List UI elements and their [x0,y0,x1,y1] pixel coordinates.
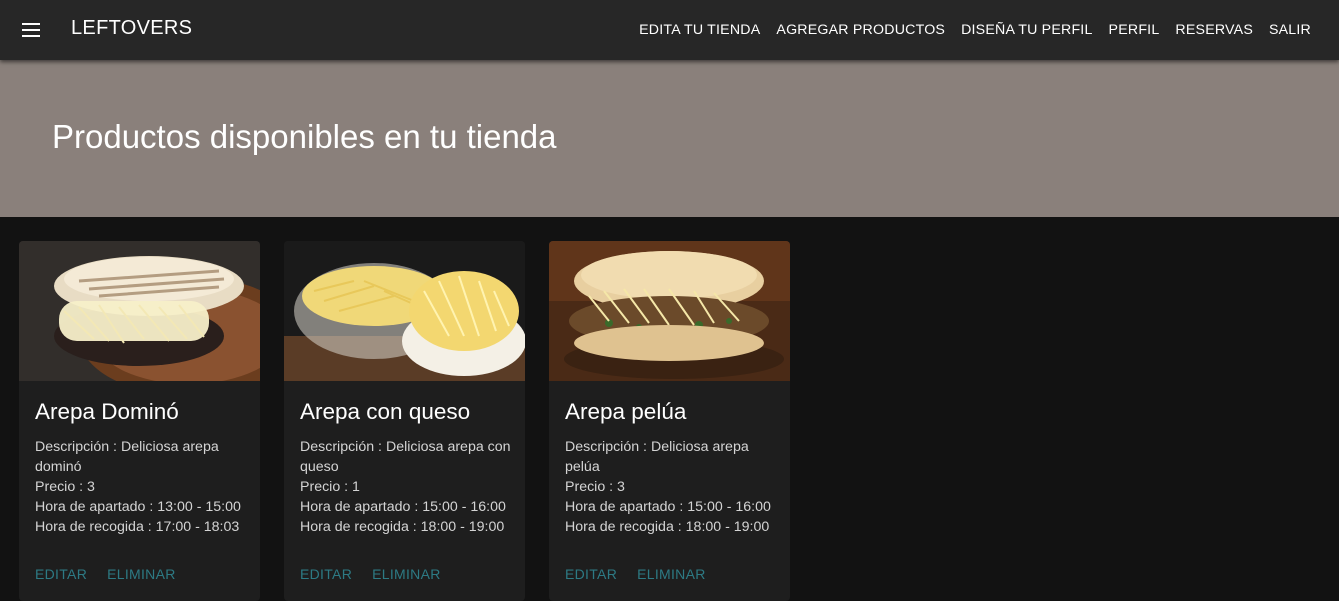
brand-title[interactable]: LEFTOVERS [71,17,192,40]
product-pickup-time: Hora de recogida : 18:00 - 19:00 [565,519,770,535]
delete-button[interactable]: ELIMINAR [97,566,186,582]
card-actions: EDITAR ELIMINAR [555,566,716,582]
card-actions: EDITAR ELIMINAR [290,566,451,582]
product-reserve-time: Hora de apartado : 15:00 - 16:00 [300,499,506,515]
product-reserve-time: Hora de apartado : 13:00 - 15:00 [35,499,241,515]
delete-button[interactable]: ELIMINAR [627,566,716,582]
nav-perfil[interactable]: PERFIL [1101,22,1168,38]
product-details: Descripción : Deliciosa arepa dominó Pre… [35,437,249,537]
product-card: Arepa con queso Descripción : Deliciosa … [284,241,525,601]
nav-edita-tu-tienda[interactable]: EDITA TU TIENDA [631,22,768,38]
product-reserve-time: Hora de apartado : 15:00 - 16:00 [565,499,771,515]
edit-button[interactable]: EDITAR [25,566,97,582]
nav-reservas[interactable]: RESERVAS [1167,22,1261,38]
nav-salir[interactable]: SALIR [1261,22,1327,38]
edit-button[interactable]: EDITAR [290,566,362,582]
product-price: Precio : 3 [35,479,95,495]
product-details: Descripción : Deliciosa arepa con queso … [300,437,514,537]
product-grid: Arepa Dominó Descripción : Deliciosa are… [19,241,790,601]
nav-disena-tu-perfil[interactable]: DISEÑA TU PERFIL [953,22,1100,38]
product-name: Arepa con queso [300,399,471,424]
product-name: Arepa pelúa [565,399,687,424]
product-pickup-time: Hora de recogida : 17:00 - 18:03 [35,519,240,535]
product-description: Descripción : Deliciosa arepa con queso [300,439,511,475]
product-name: Arepa Dominó [35,399,179,424]
card-actions: EDITAR ELIMINAR [25,566,186,582]
product-image-arepa-pelua [549,241,790,381]
product-card: Arepa Dominó Descripción : Deliciosa are… [19,241,260,601]
nav-agregar-productos[interactable]: AGREGAR PRODUCTOS [768,22,953,38]
hamburger-menu-icon[interactable] [14,14,48,46]
product-price: Precio : 3 [565,479,625,495]
delete-button[interactable]: ELIMINAR [362,566,451,582]
product-description: Descripción : Deliciosa arepa dominó [35,439,219,475]
top-nav: EDITA TU TIENDA AGREGAR PRODUCTOS DISEÑA… [631,0,1327,60]
product-image-arepa-con-queso [284,241,525,381]
product-card: Arepa pelúa Descripción : Deliciosa arep… [549,241,790,601]
app-bar: LEFTOVERS EDITA TU TIENDA AGREGAR PRODUC… [0,0,1339,60]
page-header: Productos disponibles en tu tienda [0,60,1339,217]
product-details: Descripción : Deliciosa arepa pelúa Prec… [565,437,779,537]
product-image-arepa-domino [19,241,260,381]
product-price: Precio : 1 [300,479,360,495]
product-pickup-time: Hora de recogida : 18:00 - 19:00 [300,519,505,535]
product-description: Descripción : Deliciosa arepa pelúa [565,439,749,475]
page-title: Productos disponibles en tu tienda [52,118,557,155]
edit-button[interactable]: EDITAR [555,566,627,582]
